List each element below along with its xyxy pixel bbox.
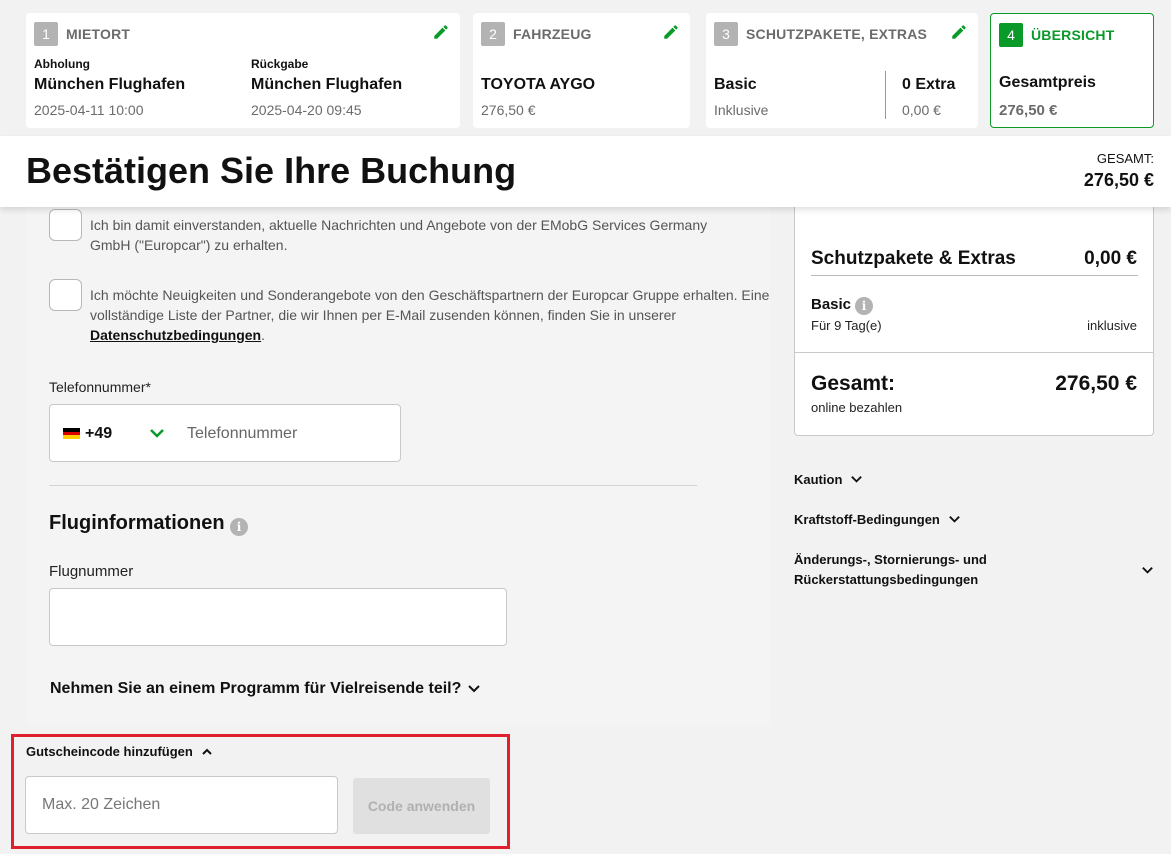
divider <box>49 485 697 486</box>
accordion-aenderung[interactable]: Änderungs-, Stornierungs- und Rückerstat… <box>794 550 1154 590</box>
accordion-label-line1: Änderungs-, Stornierungs- und <box>794 552 987 567</box>
extras-title: Schutzpakete & Extras <box>811 248 1016 269</box>
accordion-label-line2: Rückerstattungsbedingungen <box>794 572 979 587</box>
header-total-label: GESAMT: <box>1096 151 1154 166</box>
step-schutzpakete[interactable]: 3 SCHUTZPAKETE, EXTRAS Basic Inklusive 0… <box>706 13 978 128</box>
consent-partners-text: Ich möchte Neuigkeiten und Sonderangebot… <box>90 287 770 323</box>
flight-number-input[interactable] <box>49 588 507 646</box>
extras-price: 0,00 € <box>902 102 941 118</box>
step-fahrzeug[interactable]: 2 FAHRZEUG TOYOTA AYGO 276,50 € <box>473 13 690 128</box>
step-title: SCHUTZPAKETE, EXTRAS <box>746 26 928 42</box>
return-label: Rückgabe <box>251 57 309 71</box>
extras-count: 0 Extra <box>902 76 956 93</box>
info-icon[interactable]: i <box>230 518 248 536</box>
chevron-down-icon <box>949 516 960 523</box>
accordion-label: Kaution <box>794 472 843 487</box>
basic-package: Basic <box>811 296 852 313</box>
total-price-value: 276,50 € <box>999 102 1058 119</box>
chevron-up-icon <box>202 748 212 755</box>
divider <box>811 275 1138 276</box>
return-location: München Flughafen <box>251 76 403 93</box>
total-title: Gesamt: <box>811 372 896 395</box>
voucher-toggle[interactable]: Gutscheincode hinzufügen <box>26 744 213 759</box>
pickup-label: Abholung <box>34 57 90 71</box>
included-label: inklusive <box>1087 318 1137 333</box>
info-icon[interactable]: i <box>855 297 873 315</box>
accordion-kaution[interactable]: Kaution <box>794 472 863 487</box>
step-number: 1 <box>34 22 58 46</box>
chevron-down-icon <box>468 685 481 693</box>
consent-text-partners: Ich möchte Neuigkeiten und Sonderangebot… <box>90 285 770 345</box>
extras-value: 0,00 € <box>1084 248 1137 269</box>
flight-section-title: Fluginformationen <box>49 512 225 534</box>
phone-input[interactable] <box>187 421 387 447</box>
accordion-kraftstoff[interactable]: Kraftstoff-Bedingungen <box>794 512 961 527</box>
step-uebersicht: 4 ÜBERSICHT Gesamtpreis 276,50 € <box>990 13 1154 128</box>
page-header: Bestätigen Sie Ihre Buchung GESAMT: 276,… <box>0 136 1171 207</box>
phone-field: +49 <box>49 404 401 462</box>
total-price-label: Gesamtpreis <box>999 74 1096 91</box>
chevron-down-icon[interactable] <box>149 425 165 441</box>
total-value: 276,50 € <box>1055 372 1137 395</box>
voucher-title: Gutscheincode hinzufügen <box>26 744 193 759</box>
package-sub: Inklusive <box>714 102 769 118</box>
step-number: 2 <box>481 22 505 46</box>
package-name: Basic <box>714 76 757 93</box>
consent-checkbox-partners[interactable] <box>49 279 82 311</box>
total-subtitle: online bezahlen <box>811 400 903 415</box>
pencil-icon[interactable] <box>950 23 968 41</box>
frequent-flyer-label: Nehmen Sie an einem Programm für Vielrei… <box>50 680 462 697</box>
accordion-label: Kraftstoff-Bedingungen <box>794 512 940 527</box>
rental-days: Für 9 Tag(e) <box>811 318 882 333</box>
step-title: ÜBERSICHT <box>1031 27 1115 43</box>
flight-number-label: Flugnummer <box>49 563 134 580</box>
country-code[interactable]: +49 <box>85 425 112 443</box>
germany-flag-icon <box>63 428 80 439</box>
car-price: 276,50 € <box>481 102 536 118</box>
chevron-down-icon <box>1142 566 1153 574</box>
header-total-value: 276,50 € <box>1083 170 1154 190</box>
pickup-location: München Flughafen <box>34 76 186 93</box>
return-time: 2025-04-20 09:45 <box>251 102 362 118</box>
pencil-icon[interactable] <box>432 23 450 41</box>
step-mietort[interactable]: 1 MIETORT Abholung München Flughafen 202… <box>26 13 460 128</box>
apply-code-button[interactable]: Code anwenden <box>353 778 490 834</box>
accordion-label: Änderungs-, Stornierungs- und Rückerstat… <box>794 550 987 590</box>
voucher-input[interactable] <box>25 776 338 834</box>
step-number: 4 <box>999 23 1023 47</box>
phone-label: Telefonnummer* <box>49 379 151 395</box>
divider <box>795 352 1153 353</box>
booking-form: Ich bin damit einverstanden, aktuelle Na… <box>26 207 770 725</box>
pickup-time: 2025-04-11 10:00 <box>34 102 144 118</box>
chevron-down-icon <box>851 476 863 483</box>
vertical-divider <box>885 71 886 119</box>
price-summary: Schutzpakete & Extras 0,00 € Basic i Für… <box>794 200 1154 436</box>
car-name: TOYOTA AYGO <box>481 76 596 93</box>
consent-text-europcar: Ich bin damit einverstanden, aktuelle Na… <box>90 217 708 253</box>
frequent-flyer-toggle[interactable]: Nehmen Sie an einem Programm für Vielrei… <box>50 680 481 698</box>
period: . <box>261 327 266 343</box>
privacy-link[interactable]: Datenschutzbedingungen <box>90 327 261 343</box>
step-title: FAHRZEUG <box>513 26 592 42</box>
pencil-icon[interactable] <box>662 23 680 41</box>
consent-checkbox-europcar[interactable] <box>49 209 82 241</box>
booking-steps: 1 MIETORT Abholung München Flughafen 202… <box>0 0 1171 136</box>
page-title: Bestätigen Sie Ihre Buchung <box>26 150 517 191</box>
step-number: 3 <box>714 22 738 46</box>
step-title: MIETORT <box>66 26 131 42</box>
